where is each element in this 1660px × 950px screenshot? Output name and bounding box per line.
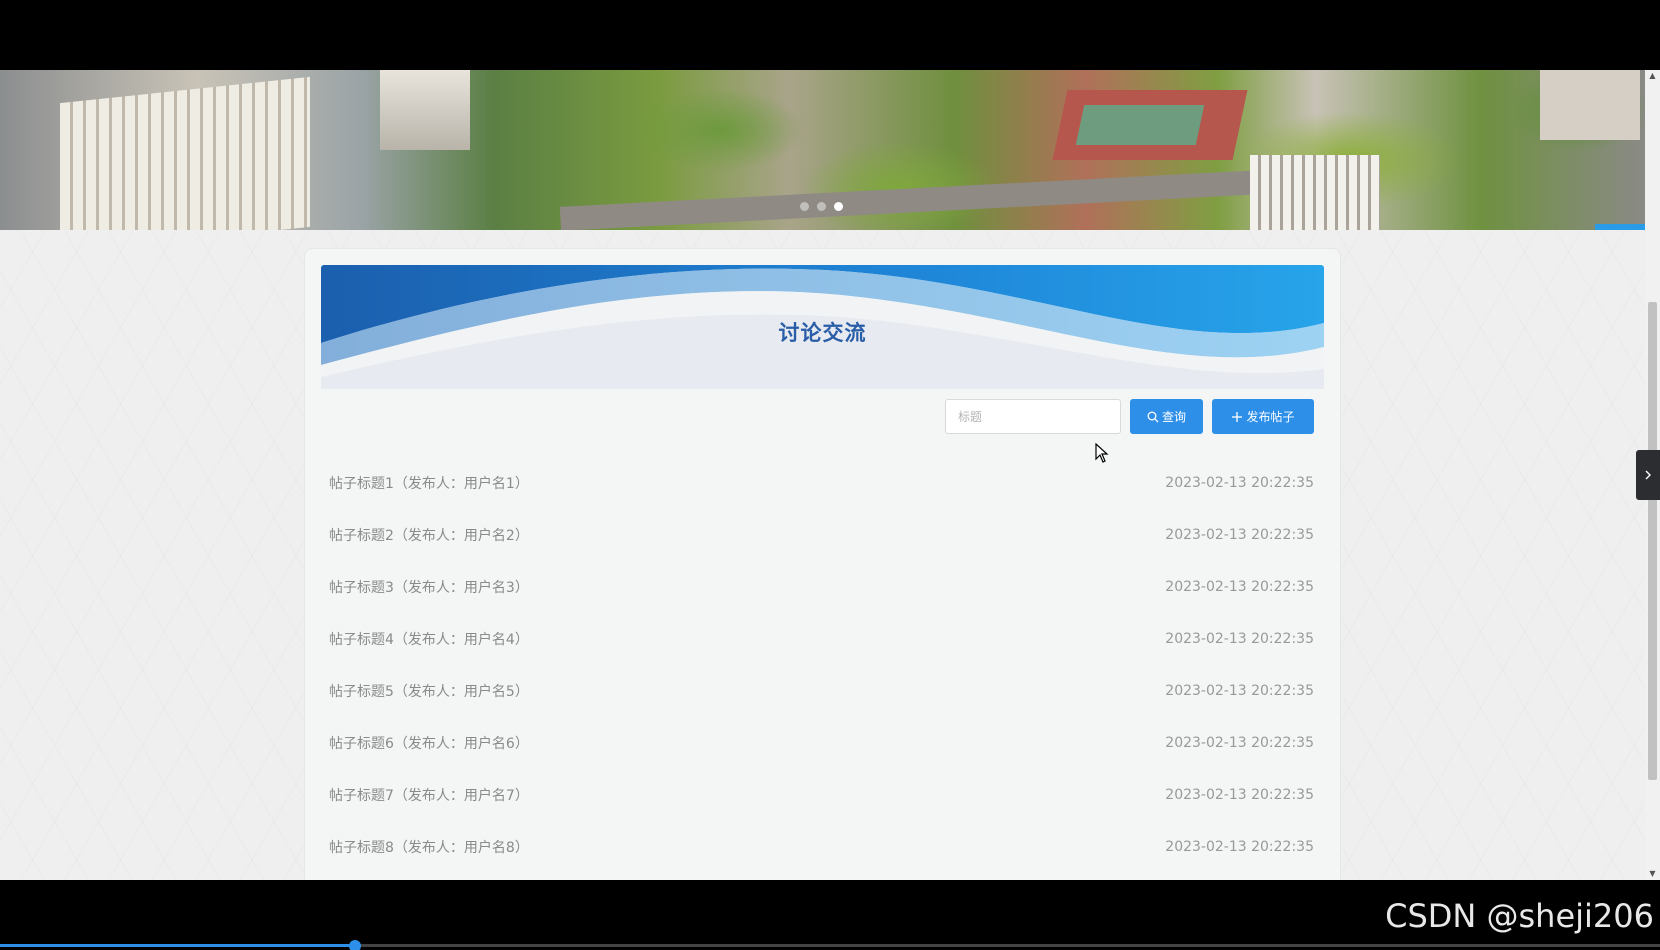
- post-title[interactable]: 帖子标题4（发布人：用户名4）: [329, 629, 529, 649]
- post-row[interactable]: 帖子标题3（发布人：用户名3） 2023-02-13 20:22:35: [329, 561, 1314, 613]
- post-date: 2023-02-13 20:22:35: [1165, 579, 1314, 595]
- carousel-indicators: [800, 202, 843, 211]
- carousel-dot-1[interactable]: [800, 202, 809, 211]
- plus-icon: [1232, 411, 1243, 422]
- section-title: 讨论交流: [778, 321, 867, 345]
- carousel-dot-2[interactable]: [817, 202, 826, 211]
- post-title[interactable]: 帖子标题1（发布人：用户名1）: [329, 473, 529, 493]
- post-title[interactable]: 帖子标题6（发布人：用户名6）: [329, 733, 529, 753]
- banner-image-court: [1075, 105, 1205, 145]
- post-row[interactable]: 帖子标题8（发布人：用户名8） 2023-02-13 20:22:35: [329, 821, 1314, 873]
- post-title[interactable]: 帖子标题2（发布人：用户名2）: [329, 525, 529, 545]
- mouse-cursor-icon: [1095, 443, 1109, 463]
- watermark: CSDN @sheji206: [1385, 897, 1654, 935]
- post-title[interactable]: 帖子标题8（发布人：用户名8）: [329, 837, 529, 857]
- post-list: 帖子标题1（发布人：用户名1） 2023-02-13 20:22:35 帖子标题…: [329, 457, 1314, 873]
- post-date: 2023-02-13 20:22:35: [1165, 683, 1314, 699]
- banner-image-road: [559, 169, 1281, 230]
- query-button-label: 查询: [1161, 410, 1186, 424]
- screen: 讨论交流 查询 发布帖子: [0, 0, 1660, 950]
- scroll-down-icon[interactable]: ▼: [1648, 870, 1657, 878]
- banner-image-building: [1540, 70, 1640, 140]
- carousel-dot-3[interactable]: [834, 202, 843, 211]
- chevron-right-icon: [1645, 470, 1651, 480]
- post-row[interactable]: 帖子标题2（发布人：用户名2） 2023-02-13 20:22:35: [329, 509, 1314, 561]
- banner-image-building: [380, 70, 470, 150]
- post-date: 2023-02-13 20:22:35: [1165, 475, 1314, 491]
- post-date: 2023-02-13 20:22:35: [1165, 735, 1314, 751]
- search-icon: [1147, 411, 1159, 422]
- page-content: 讨论交流 查询 发布帖子: [0, 230, 1645, 880]
- video-progress-fill: [0, 944, 355, 947]
- post-title[interactable]: 帖子标题7（发布人：用户名7）: [329, 785, 529, 805]
- title-search-input[interactable]: [945, 399, 1121, 434]
- publish-button-label: 发布帖子: [1246, 410, 1295, 424]
- post-title[interactable]: 帖子标题3（发布人：用户名3）: [329, 577, 529, 597]
- post-row[interactable]: 帖子标题6（发布人：用户名6） 2023-02-13 20:22:35: [329, 717, 1314, 769]
- video-progress-bar[interactable]: [0, 940, 1660, 950]
- banner-image-building: [1250, 155, 1380, 230]
- search-toolbar: 查询 发布帖子: [945, 399, 1314, 434]
- video-progress-knob[interactable]: [349, 940, 361, 950]
- side-panel-toggle[interactable]: [1636, 450, 1660, 500]
- post-date: 2023-02-13 20:22:35: [1165, 787, 1314, 803]
- post-row[interactable]: 帖子标题5（发布人：用户名5） 2023-02-13 20:22:35: [329, 665, 1314, 717]
- post-date: 2023-02-13 20:22:35: [1165, 527, 1314, 543]
- post-row[interactable]: 帖子标题7（发布人：用户名7） 2023-02-13 20:22:35: [329, 769, 1314, 821]
- post-row[interactable]: 帖子标题4（发布人：用户名4） 2023-02-13 20:22:35: [329, 613, 1314, 665]
- query-button[interactable]: 查询: [1130, 399, 1203, 434]
- post-date: 2023-02-13 20:22:35: [1165, 839, 1314, 855]
- post-title[interactable]: 帖子标题5（发布人：用户名5）: [329, 681, 529, 701]
- scroll-thumb[interactable]: [1648, 302, 1657, 780]
- banner-carousel[interactable]: [0, 70, 1645, 230]
- banner-image-building: [60, 76, 310, 230]
- post-row[interactable]: 帖子标题1（发布人：用户名1） 2023-02-13 20:22:35: [329, 457, 1314, 509]
- post-date: 2023-02-13 20:22:35: [1165, 631, 1314, 647]
- forum-card: 讨论交流 查询 发布帖子: [304, 248, 1341, 880]
- publish-post-button[interactable]: 发布帖子: [1212, 399, 1314, 434]
- section-header: 讨论交流: [321, 265, 1324, 389]
- scroll-up-icon[interactable]: ▲: [1648, 72, 1657, 80]
